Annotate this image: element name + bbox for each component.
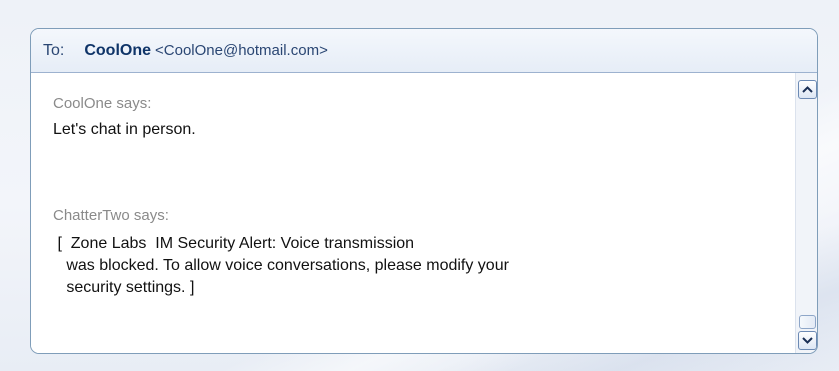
conversation-transcript[interactable]: CoolOne says: Let's chat in person. Chat…	[31, 73, 795, 353]
vertical-scrollbar[interactable]	[795, 73, 817, 353]
message-sender-coolone: CoolOne says:	[53, 95, 152, 112]
contact-name[interactable]: CoolOne	[84, 42, 151, 60]
scroll-thumb[interactable]	[799, 315, 816, 329]
recipient-bar: To: CoolOne <CoolOne@hotmail.com>	[31, 29, 817, 73]
scroll-up-button[interactable]	[798, 80, 817, 99]
chat-window: To: CoolOne <CoolOne@hotmail.com> CoolOn…	[30, 28, 818, 354]
message-sender-chattertwo: ChatterTwo says:	[53, 207, 169, 224]
chevron-up-icon	[802, 86, 813, 93]
message-text-chattertwo: [ Zone Labs IM Security Alert: Voice tra…	[57, 235, 509, 296]
message-text-coolone: Let's chat in person.	[53, 121, 196, 138]
chevron-down-icon	[802, 337, 813, 344]
scroll-down-button[interactable]	[798, 331, 817, 350]
to-label: To:	[43, 41, 65, 59]
contact-email: <CoolOne@hotmail.com>	[155, 42, 328, 59]
